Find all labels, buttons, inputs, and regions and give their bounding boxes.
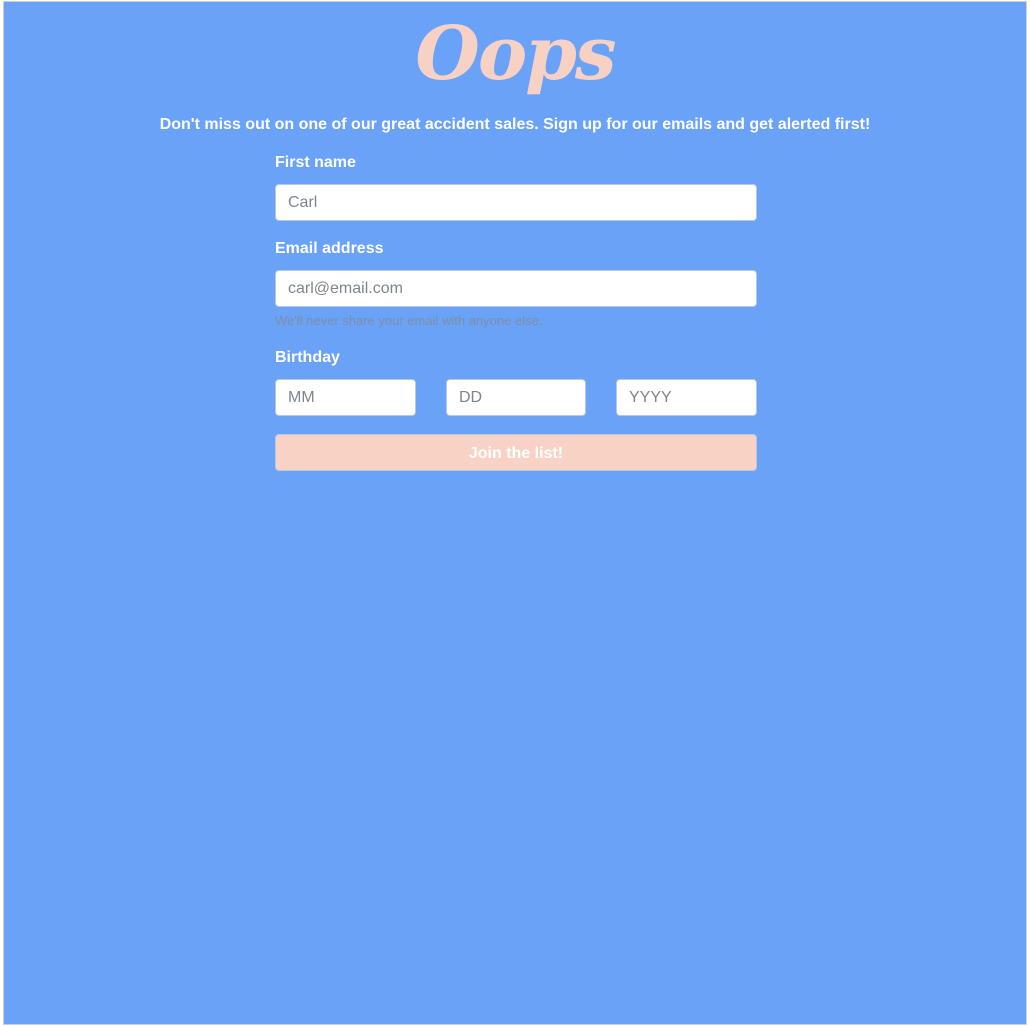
birthday-year-input[interactable] [616,379,757,416]
first-name-input[interactable] [275,184,757,221]
oops-logo: Oops [415,11,616,97]
birthday-label: Birthday [275,349,340,366]
birthday-day-input[interactable] [446,379,586,416]
email-input[interactable] [275,270,757,307]
email-privacy-help: We'll never share your email with anyone… [275,313,543,328]
signup-tagline: Don't miss out on one of our great accid… [159,116,871,133]
birthday-month-input[interactable] [275,379,416,416]
signup-page: Oops Don't miss out on one of our great … [3,1,1027,1025]
join-list-button[interactable]: Join the list! [275,434,757,471]
first-name-label: First name [275,154,356,171]
email-label: Email address [275,240,384,257]
